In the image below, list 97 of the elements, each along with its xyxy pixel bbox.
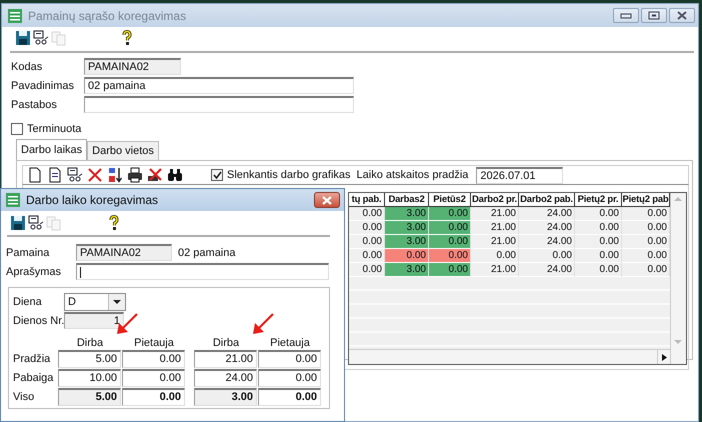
floppy-icon[interactable] (10, 215, 26, 231)
minimize-button[interactable] (613, 8, 639, 23)
table-cell: 0.00 (519, 249, 575, 263)
table-cell: 24.00 (519, 221, 575, 235)
tab[interactable]: Darbo vietos (87, 141, 159, 160)
table-cell: 3.00 (385, 235, 429, 249)
window-title: Pamainų sąrašo koregavimas (28, 8, 186, 22)
table-cell: 21.00 (471, 235, 519, 249)
field-label: Pastabos (11, 98, 58, 110)
table-cell: 0.00 (429, 221, 471, 235)
input-field[interactable]: 0.00 (258, 350, 321, 368)
table-cell: 21.00 (471, 207, 519, 221)
row-label: Pabaiga (13, 372, 54, 384)
table-cell: 3.00 (385, 263, 429, 277)
dialog-title: Darbo laiko koregavimas (26, 193, 158, 207)
checkbox-label: Slenkantis darbo grafikas (227, 169, 351, 181)
input-field[interactable]: PAMAINA02 (76, 244, 172, 261)
binoculars-icon[interactable] (167, 167, 183, 183)
column-header[interactable]: Pietūs2 (429, 193, 471, 207)
table-cell: 3.00 (385, 207, 429, 221)
field-label: Aprašymas (6, 266, 62, 278)
input-field[interactable] (84, 96, 354, 113)
table-cell: 0.00 (575, 207, 622, 221)
row-label: Viso (13, 390, 36, 402)
input-field[interactable]: 0.00 (122, 350, 185, 368)
field-label: Dienos Nr. (13, 314, 64, 326)
input-field[interactable]: 0.00 (258, 368, 321, 386)
dropdown[interactable]: D (64, 292, 126, 310)
maximize-button[interactable] (641, 8, 667, 23)
checkbox-label: Terminuota (27, 123, 82, 135)
close-button[interactable] (314, 192, 340, 208)
column-header: Pietauja (269, 337, 311, 349)
table-cell: 0.00 (429, 207, 471, 221)
floppy-icon[interactable] (15, 30, 31, 46)
input-field[interactable]: 0.00 (122, 388, 185, 406)
new-page-icon[interactable] (27, 167, 43, 183)
shift-name: 02 pamaina (178, 246, 236, 258)
table-cell: 24.00 (519, 207, 575, 221)
table-cell: 0.00 (575, 235, 622, 249)
input-field[interactable] (76, 263, 329, 280)
input-field[interactable]: 5.00 (58, 388, 121, 406)
field-label: Diena (13, 296, 43, 308)
table-cell: 0.00 (575, 221, 622, 235)
input-field[interactable]: 3.00 (194, 388, 257, 406)
checkbox[interactable] (211, 169, 223, 181)
column-header[interactable]: Darbas2 (385, 193, 429, 207)
input-field[interactable]: 0.00 (258, 388, 321, 406)
field-label: Laiko atskaitos pradžia (356, 169, 468, 181)
input-field[interactable]: 21.00 (194, 350, 257, 368)
tab[interactable]: Darbo laikas (16, 139, 88, 160)
date-field[interactable]: 2026.07.01 (476, 166, 564, 184)
input-field[interactable]: 02 pamaina (84, 77, 354, 94)
checkbox[interactable] (11, 123, 23, 135)
maximize-icon (648, 11, 660, 20)
edit-page-icon[interactable] (47, 167, 63, 183)
delete-icon[interactable] (87, 167, 103, 183)
column-header[interactable]: Pietų2 pab (622, 193, 670, 207)
column-header[interactable]: Darbo2 pr. (471, 193, 519, 207)
input-field[interactable]: 0.00 (122, 368, 185, 386)
app-icon (7, 8, 23, 24)
table-cell: 0.00 (385, 249, 429, 263)
table-cell: 0.00 (429, 263, 471, 277)
table-cell: 21.00 (471, 221, 519, 235)
input-field[interactable]: PAMAINA02 (84, 58, 181, 75)
field-label: Pavadinimas (11, 80, 75, 92)
tool-icon[interactable] (28, 215, 44, 231)
minimize-icon (620, 12, 632, 18)
input-field[interactable]: 10.00 (58, 368, 121, 386)
printer-icon[interactable] (127, 167, 143, 183)
close-icon (321, 196, 333, 204)
row-label: Pradžia (13, 352, 52, 364)
input-field[interactable]: 1 (64, 312, 124, 329)
input-field[interactable]: 24.00 (194, 368, 257, 386)
close-icon (676, 11, 688, 20)
input-field[interactable]: 5.00 (58, 350, 121, 368)
field-label: Pamaina (6, 246, 50, 258)
tool-icon[interactable] (67, 167, 83, 183)
column-header[interactable]: tų pab. (349, 193, 385, 207)
column-header: Dirba (76, 337, 104, 349)
app-icon (5, 192, 21, 208)
clear-icon[interactable] (147, 167, 163, 183)
tool-icon[interactable] (33, 30, 49, 46)
field-label: Kodas (11, 60, 44, 72)
close-button[interactable] (669, 8, 695, 23)
column-header: Dirba (212, 337, 240, 349)
table-cell: 0.00 (575, 249, 622, 263)
sort-icon[interactable] (107, 167, 123, 183)
horizontal-scrollbar[interactable] (349, 349, 670, 364)
column-header[interactable]: Pietų2 pr. (575, 193, 622, 207)
caret-icon (108, 294, 125, 310)
table-cell: 0.00 (429, 235, 471, 249)
table-cell: 3.00 (385, 221, 429, 235)
table-cell: 0.00 (429, 249, 471, 263)
column-header[interactable]: Darbo2 pab. (519, 193, 575, 207)
table-cell: 0.00 (471, 249, 519, 263)
table-cell: 24.00 (519, 235, 575, 249)
column-header: Pietauja (133, 337, 175, 349)
